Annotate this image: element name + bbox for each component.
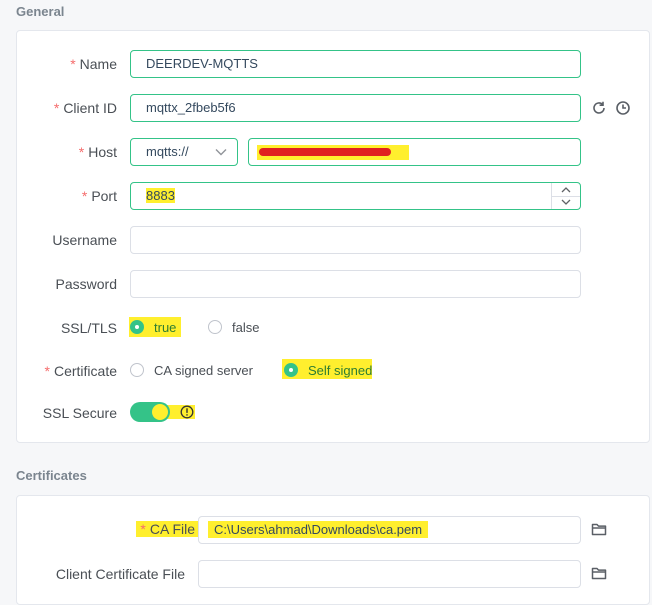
section-title-general: General [16,4,65,19]
certificate-self-label[interactable]: Self signed [308,363,372,378]
certificate-ca-label[interactable]: CA signed server [154,363,253,378]
client-cert-label: Client Certificate File [55,566,185,582]
ssl-tls-label: SSL/TLS [60,320,117,336]
port-input[interactable]: 8883 [130,182,581,210]
folder-icon[interactable] [591,522,607,536]
ssl-tls-true-radio[interactable] [130,320,144,334]
certificates-card: * CA File C:\Users\ahmad\Downloads\ca.pem… [16,495,650,605]
port-stepper[interactable] [551,183,580,209]
ssl-tls-true-label[interactable]: true [154,320,176,335]
name-label: * Name [70,56,117,72]
protocol-select[interactable]: mqtts:// [130,138,238,166]
chevron-up-icon[interactable] [561,186,571,193]
info-icon[interactable] [180,405,194,419]
ssl-tls-false-label[interactable]: false [232,320,259,335]
certificate-self-radio[interactable] [284,363,298,377]
switch-knob[interactable] [152,404,168,420]
host-label: * Host [78,144,117,160]
stepper-divider [552,196,580,197]
ca-file-input[interactable]: C:\Users\ahmad\Downloads\ca.pem [198,516,581,544]
clock-icon[interactable] [615,100,631,116]
ca-file-label: * CA File [136,521,199,537]
ssl-tls-false-radio[interactable] [208,320,222,334]
refresh-icon[interactable] [591,100,607,116]
section-title-certificates: Certificates [16,468,87,483]
redaction-mark [259,148,391,156]
client-id-label: * Client ID [53,100,117,116]
ssl-secure-label: SSL Secure [42,405,117,421]
client-cert-input[interactable] [198,560,581,588]
username-label: Username [52,232,117,248]
certificate-ca-radio[interactable] [130,363,144,377]
folder-icon[interactable] [591,566,607,580]
name-input[interactable]: DEERDEV-MQTTS [130,50,581,78]
ssl-secure-switch[interactable] [130,402,170,422]
chevron-down-icon [215,149,227,156]
chevron-down-icon[interactable] [561,199,571,206]
certificate-label: * Certificate [44,363,117,379]
host-input[interactable] [248,138,581,166]
client-id-input[interactable]: mqttx_2fbeb5f6 [130,94,581,122]
username-input[interactable] [130,226,581,254]
password-input[interactable] [130,270,581,298]
general-card: * Name DEERDEV-MQTTS * Client ID mqttx_2fb… [16,30,650,443]
protocol-value: mqtts:// [146,144,189,159]
password-label: Password [55,276,117,292]
port-label: * Port [81,188,117,204]
